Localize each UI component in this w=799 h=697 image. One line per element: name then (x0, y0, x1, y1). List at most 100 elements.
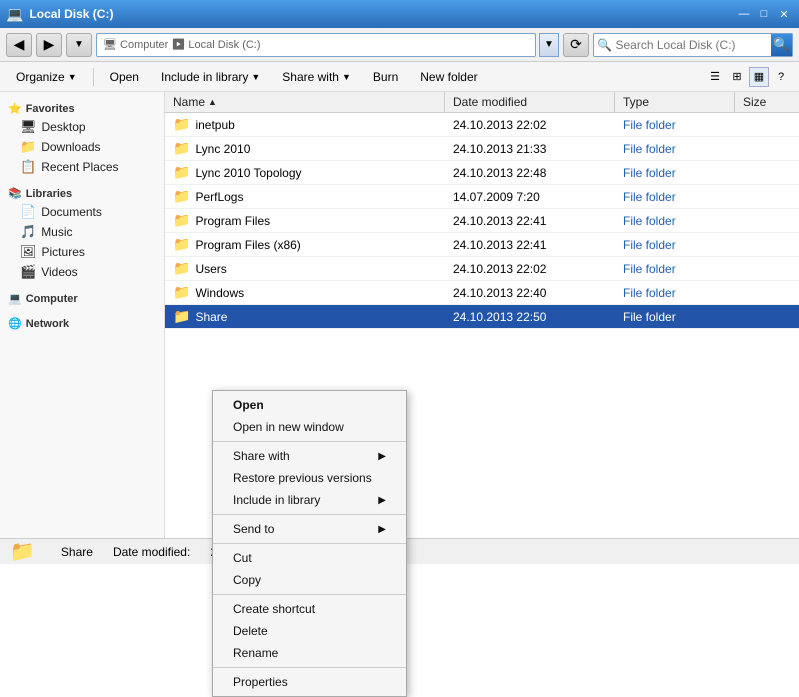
file-name-cell: 📁 Share (165, 305, 445, 328)
refresh-button[interactable]: ⟳ (563, 33, 589, 57)
table-row[interactable]: 📁 PerfLogs 14.07.2009 7:20 File folder (165, 185, 799, 209)
title-bar-icon: 💻 (6, 6, 23, 23)
context-menu-separator (213, 514, 406, 515)
table-row[interactable]: 📁 Lync 2010 Topology 24.10.2013 22:48 Fi… (165, 161, 799, 185)
context-menu-item[interactable]: Send to▶ (213, 518, 406, 540)
context-menu-item[interactable]: Delete (213, 620, 406, 642)
file-type-cell: File folder (615, 305, 735, 328)
view-grid-button[interactable]: ⊞ (727, 67, 747, 87)
table-row[interactable]: 📁 inetpub 24.10.2013 22:02 File folder (165, 113, 799, 137)
folder-icon: 📁 (173, 236, 190, 253)
toolbar-separator-1 (93, 68, 94, 86)
back-button[interactable]: ◀ (6, 33, 32, 57)
burn-button[interactable]: Burn (365, 65, 406, 89)
table-row[interactable]: 📁 Users 24.10.2013 22:02 File folder (165, 257, 799, 281)
status-folder-icon: 📁 (10, 539, 35, 564)
share-with-button[interactable]: Share with▼ (274, 65, 359, 89)
header-type[interactable]: Type (615, 92, 735, 112)
computer-icon: 💻 (8, 292, 22, 305)
search-go-button[interactable]: 🔍 (771, 34, 793, 56)
submenu-arrow-icon: ▶ (378, 524, 386, 535)
context-menu-item[interactable]: Restore previous versions (213, 467, 406, 489)
desktop-icon: 🖥 (20, 119, 37, 135)
file-date-cell: 24.10.2013 22:02 (445, 257, 615, 280)
sidebar-favorites-header: ⭐ Favorites (0, 98, 164, 117)
sidebar-item-music[interactable]: 🎵 Music (0, 222, 164, 242)
folder-icon: 📁 (173, 308, 190, 325)
file-rows-container: 📁 inetpub 24.10.2013 22:02 File folder 📁… (165, 113, 799, 329)
address-dropdown[interactable]: ▼ (539, 33, 559, 57)
minimize-button[interactable]: — (735, 5, 753, 23)
table-row[interactable]: 📁 Program Files (x86) 24.10.2013 22:41 F… (165, 233, 799, 257)
title-bar-controls: — □ ✕ (735, 5, 793, 23)
help-button[interactable]: ? (771, 67, 791, 87)
context-menu-item[interactable]: Copy (213, 569, 406, 591)
search-box: 🔍 🔍 (593, 33, 793, 57)
file-name-cell: 📁 Windows (165, 281, 445, 304)
table-row[interactable]: 📁 Share 24.10.2013 22:50 File folder (165, 305, 799, 329)
address-bar: ◀ ▶ ▼ 🖥 Computer ▶ Local Disk (C:) ▼ ⟳ 🔍… (0, 28, 799, 62)
new-folder-button[interactable]: New folder (412, 65, 485, 89)
sidebar-item-pictures[interactable]: 🖼 Pictures (0, 242, 164, 262)
file-date-cell: 24.10.2013 22:48 (445, 161, 615, 184)
toolbar: Organize▼ Open Include in library▼ Share… (0, 62, 799, 92)
open-button[interactable]: Open (102, 65, 147, 89)
context-menu-item[interactable]: Share with▶ (213, 445, 406, 467)
file-size-cell (735, 233, 799, 256)
context-menu: OpenOpen in new window Share with▶Restore… (212, 390, 407, 697)
table-row[interactable]: 📁 Windows 24.10.2013 22:40 File folder (165, 281, 799, 305)
header-date[interactable]: Date modified (445, 92, 615, 112)
context-menu-item[interactable]: Open in new window (213, 416, 406, 438)
include-in-library-button[interactable]: Include in library▼ (153, 65, 268, 89)
status-name: Share (61, 545, 93, 559)
close-button[interactable]: ✕ (775, 5, 793, 23)
file-size-cell (735, 305, 799, 328)
context-menu-separator (213, 441, 406, 442)
file-name-cell: 📁 inetpub (165, 113, 445, 136)
view-details-button[interactable]: ▦ (749, 67, 769, 87)
sidebar-item-recent-places[interactable]: 📋 Recent Places (0, 157, 164, 177)
libraries-icon: 📚 (8, 187, 22, 200)
sidebar-item-videos[interactable]: 🎬 Videos (0, 262, 164, 282)
status-date-label: Date modified: (113, 545, 190, 559)
up-button[interactable]: ▼ (66, 33, 92, 57)
folder-icon: 📁 (173, 140, 190, 157)
search-input[interactable] (616, 38, 771, 52)
folder-icon: 📁 (173, 164, 190, 181)
header-size[interactable]: Size (735, 92, 799, 112)
file-size-cell (735, 209, 799, 232)
file-name-cell: 📁 Users (165, 257, 445, 280)
file-type-cell: File folder (615, 233, 735, 256)
file-name-cell: 📁 Program Files (165, 209, 445, 232)
file-type-cell: File folder (615, 185, 735, 208)
context-menu-item[interactable]: Create shortcut (213, 598, 406, 620)
context-menu-item[interactable]: Properties (213, 671, 406, 693)
sidebar-item-downloads[interactable]: 📁 Downloads (0, 137, 164, 157)
maximize-button[interactable]: □ (755, 5, 773, 23)
context-menu-item[interactable]: Cut (213, 547, 406, 569)
sidebar-item-documents[interactable]: 📄 Documents (0, 202, 164, 222)
view-list-button[interactable]: ☰ (705, 67, 725, 87)
address-path[interactable]: 🖥 Computer ▶ Local Disk (C:) (96, 33, 536, 57)
folder-icon: 📁 (173, 212, 190, 229)
title-bar-title: Local Disk (C:) (29, 7, 735, 21)
context-menu-item[interactable]: Open (213, 394, 406, 416)
documents-icon: 📄 (20, 204, 36, 220)
file-name-cell: 📁 PerfLogs (165, 185, 445, 208)
sidebar-libraries-header: 📚 Libraries (0, 183, 164, 202)
table-row[interactable]: 📁 Lync 2010 24.10.2013 21:33 File folder (165, 137, 799, 161)
view-buttons: ☰ ⊞ ▦ ? (705, 67, 791, 87)
context-menu-item[interactable]: Include in library▶ (213, 489, 406, 511)
file-date-cell: 24.10.2013 22:40 (445, 281, 615, 304)
context-menu-separator (213, 667, 406, 668)
submenu-arrow-icon: ▶ (378, 451, 386, 462)
file-size-cell (735, 257, 799, 280)
forward-button[interactable]: ▶ (36, 33, 62, 57)
folder-icon: 📁 (173, 116, 190, 133)
header-name[interactable]: Name ▲ (165, 92, 445, 112)
context-menu-item[interactable]: Rename (213, 642, 406, 664)
organize-button[interactable]: Organize▼ (8, 65, 85, 89)
table-row[interactable]: 📁 Program Files 24.10.2013 22:41 File fo… (165, 209, 799, 233)
context-menu-separator (213, 594, 406, 595)
sidebar-item-desktop[interactable]: 🖥 Desktop (0, 117, 164, 137)
